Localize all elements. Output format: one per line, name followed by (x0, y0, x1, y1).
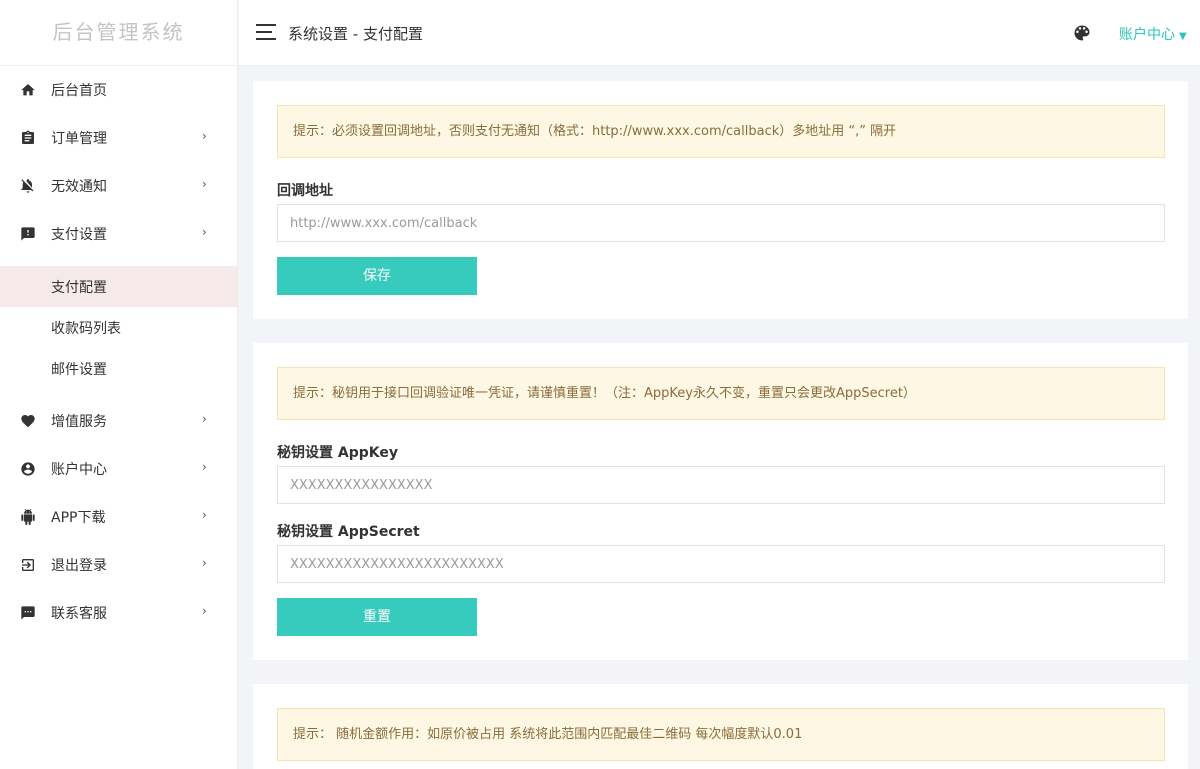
top-header: 系统设置 - 支付配置 账户中心 ▼ (239, 0, 1200, 66)
sidebar-item-label: 退出登录 (51, 558, 107, 574)
callback-label: 回调地址 (277, 183, 333, 199)
callback-url-input[interactable] (277, 204, 1165, 242)
heart-icon (20, 413, 36, 429)
sidebar-item-logout[interactable]: 退出登录 › (0, 541, 238, 589)
clipboard-icon (20, 130, 36, 146)
sidebar-item-app-download[interactable]: APP下载 › (0, 493, 238, 541)
appsecret-input[interactable] (277, 545, 1165, 583)
callback-card: 提示：必须设置回调地址，否则支付无通知（格式：http://www.xxx.co… (253, 81, 1188, 319)
android-icon (20, 509, 36, 525)
bell-off-icon (20, 178, 36, 194)
sidebar-subitem-label: 邮件设置 (51, 361, 107, 378)
logout-icon (20, 557, 36, 573)
chat-icon (20, 605, 36, 621)
chevron-right-icon: › (202, 225, 207, 239)
sidebar-item-label: 后台首页 (51, 83, 107, 99)
payment-icon (20, 226, 36, 242)
account-center-label: 账户中心 (1119, 27, 1175, 43)
chevron-right-icon: › (202, 129, 207, 143)
menu-toggle-icon[interactable] (256, 24, 276, 40)
sidebar-item-label: 支付设置 (51, 227, 107, 243)
secret-card: 提示：秘钥用于接口回调验证唯一凭证，请谨慎重置！（注：AppKey永久不变，重置… (253, 343, 1188, 660)
sidebar-subitem-payment-config[interactable]: 支付配置 (0, 266, 238, 307)
chevron-right-icon: › (202, 460, 207, 474)
palette-icon[interactable] (1072, 23, 1092, 43)
callback-tip: 提示：必须设置回调地址，否则支付无通知（格式：http://www.xxx.co… (277, 105, 1165, 158)
random-amount-card: 提示： 随机金额作用：如原价被占用 系统将此范围内匹配最佳二维码 每次幅度默认0… (253, 684, 1188, 769)
random-amount-tip: 提示： 随机金额作用：如原价被占用 系统将此范围内匹配最佳二维码 每次幅度默认0… (277, 708, 1165, 761)
chevron-right-icon: › (202, 412, 207, 426)
appkey-input[interactable] (277, 466, 1165, 504)
reset-button[interactable]: 重置 (277, 598, 477, 636)
sidebar-item-home[interactable]: 后台首页 (0, 66, 238, 114)
sidebar-item-label: 账户中心 (51, 462, 107, 478)
secret-tip: 提示：秘钥用于接口回调验证唯一凭证，请谨慎重置！（注：AppKey永久不变，重置… (277, 367, 1165, 420)
home-icon (20, 82, 36, 98)
user-circle-icon (20, 461, 36, 477)
sidebar-item-label: 订单管理 (51, 131, 107, 147)
appkey-label: 秘钥设置 AppKey (277, 445, 398, 461)
save-button[interactable]: 保存 (277, 257, 477, 295)
sidebar-subitem-email-settings[interactable]: 邮件设置 (0, 348, 238, 389)
sidebar-item-orders[interactable]: 订单管理 › (0, 114, 238, 162)
sidebar-item-payment-settings[interactable]: 支付设置 › (0, 210, 238, 258)
chevron-right-icon: › (202, 177, 207, 191)
app-logo: 后台管理系统 (0, 0, 237, 66)
chevron-right-icon: › (202, 556, 207, 570)
page-title: 系统设置 - 支付配置 (288, 25, 423, 43)
caret-down-icon: ▼ (1179, 31, 1187, 42)
sidebar-item-account-center[interactable]: 账户中心 › (0, 445, 238, 493)
sidebar-item-label: 无效通知 (51, 179, 107, 195)
sidebar-item-customer-service[interactable]: 联系客服 › (0, 589, 238, 637)
sidebar-subitem-qrcode-list[interactable]: 收款码列表 (0, 307, 238, 348)
sidebar-subitem-label: 收款码列表 (51, 320, 121, 337)
sidebar: 后台管理系统 后台首页 订单管理 › 无效通知 › 支付设置 › 支付配置 收款… (0, 0, 238, 769)
chevron-right-icon: › (202, 508, 207, 522)
sidebar-item-label: 增值服务 (51, 414, 107, 430)
appsecret-label: 秘钥设置 AppSecret (277, 524, 420, 540)
sidebar-item-label: APP下载 (51, 510, 106, 526)
sidebar-subitem-label: 支付配置 (51, 279, 107, 296)
account-center-dropdown[interactable]: 账户中心 ▼ (1119, 24, 1187, 44)
chevron-right-icon: › (202, 604, 207, 618)
sidebar-item-value-added[interactable]: 增值服务 › (0, 397, 238, 445)
sidebar-item-label: 联系客服 (51, 606, 107, 622)
sidebar-item-invalid-notice[interactable]: 无效通知 › (0, 162, 238, 210)
